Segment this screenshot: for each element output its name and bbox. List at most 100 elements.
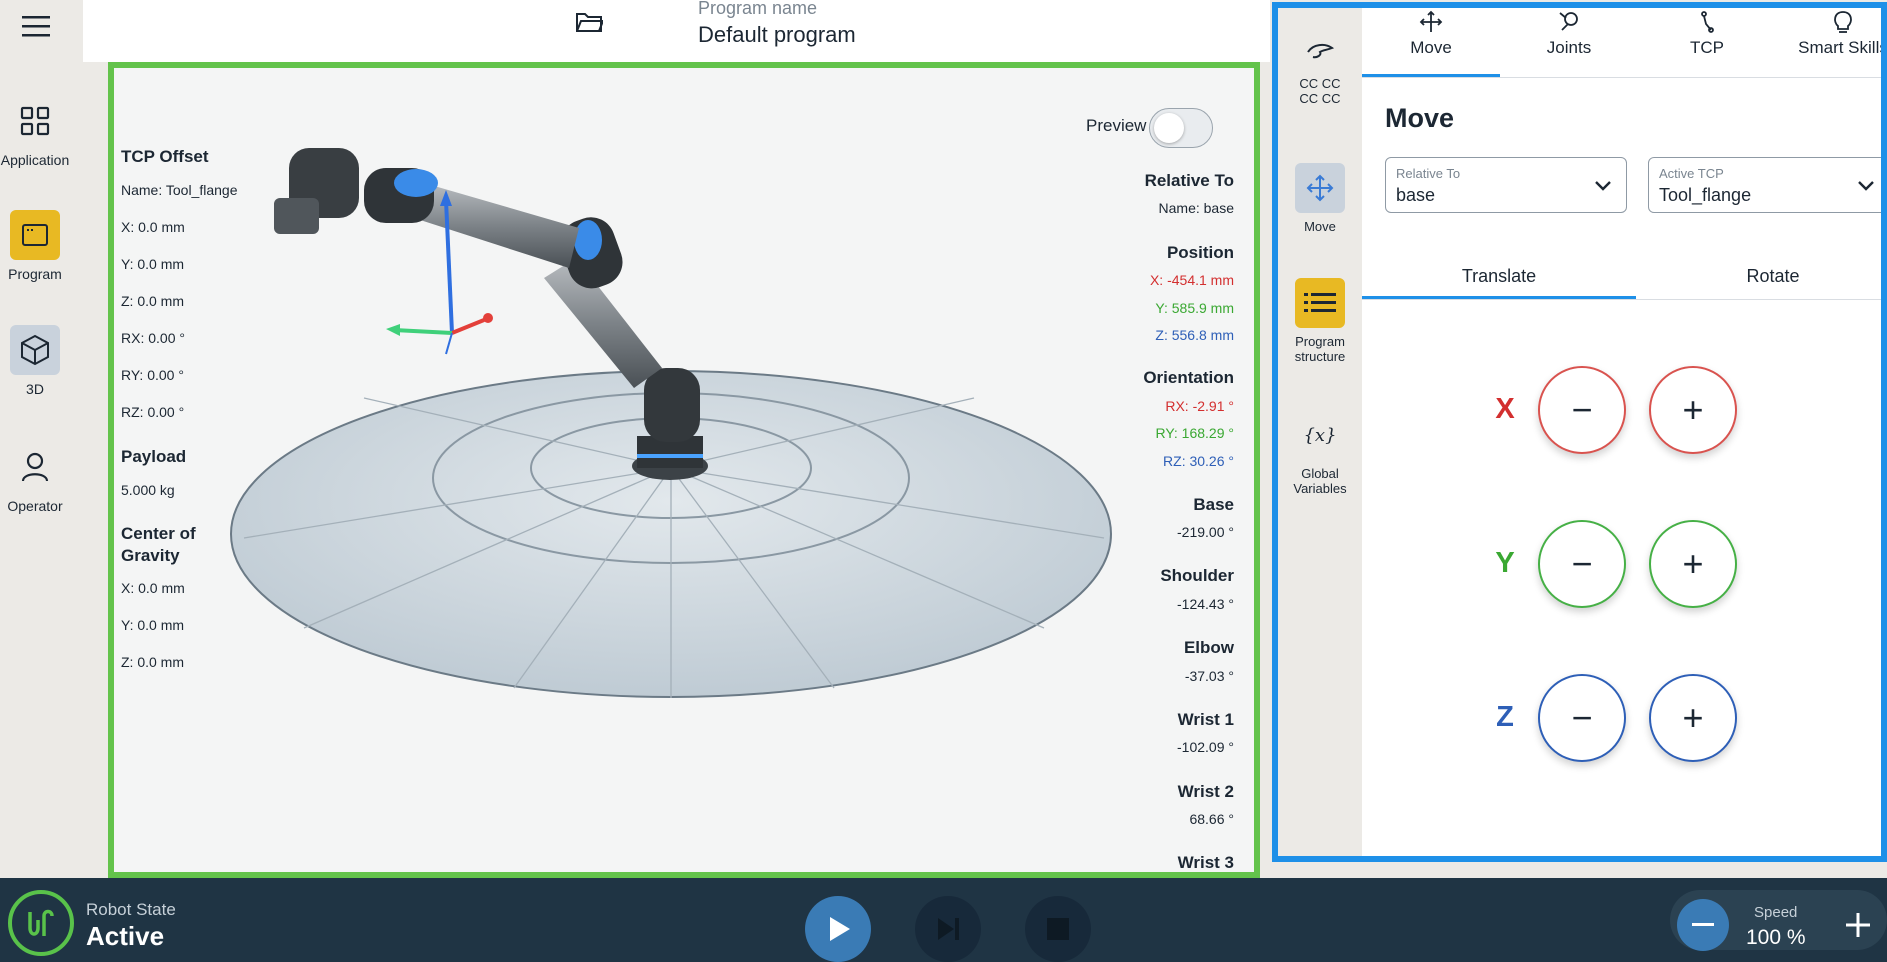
subtab-rotate[interactable]: Rotate bbox=[1636, 253, 1881, 299]
rail-item-label-2: structure bbox=[1294, 349, 1346, 364]
tcp-offset-rz: RZ: 0.00 ° bbox=[121, 404, 185, 420]
nav-item-label: Application bbox=[0, 152, 70, 168]
orientation-ry: RY: 168.29 ° bbox=[1155, 425, 1234, 441]
tab-smart-skills[interactable]: Smart Skills bbox=[1774, 8, 1887, 76]
tab-move[interactable]: Move bbox=[1362, 8, 1500, 76]
program-name-label: Program name bbox=[698, 0, 818, 18]
rail-item-label-2: CC CC bbox=[1299, 91, 1341, 106]
hamburger-menu-icon[interactable] bbox=[22, 14, 50, 38]
rail-item-label: CC CC bbox=[1299, 76, 1341, 91]
tcp-offset-name: Name: Tool_flange bbox=[121, 182, 238, 198]
speed-minus-button[interactable] bbox=[1677, 899, 1729, 951]
robot-state-value: Active bbox=[86, 921, 165, 951]
relative-to-select[interactable]: Relative To base bbox=[1385, 157, 1627, 213]
tab-joints[interactable]: Joints bbox=[1500, 8, 1638, 76]
program-icon bbox=[10, 210, 60, 260]
play-button[interactable] bbox=[805, 896, 871, 962]
position-y: Y: 585.9 mm bbox=[1155, 300, 1234, 316]
active-tcp-value: Tool_flange bbox=[1659, 185, 1752, 205]
orientation-rx: RX: -2.91 ° bbox=[1165, 398, 1234, 414]
move-icon bbox=[1295, 163, 1345, 213]
rail-item-move[interactable]: Move bbox=[1278, 163, 1362, 234]
rail-item-label: Move bbox=[1304, 219, 1336, 234]
nav-item-program[interactable]: Program bbox=[0, 210, 70, 282]
nav-item-application[interactable]: Application bbox=[0, 96, 70, 168]
lightbulb-icon bbox=[1834, 11, 1852, 33]
cube-icon bbox=[10, 325, 60, 375]
jog-x-minus-button[interactable]: − bbox=[1538, 366, 1626, 454]
subtab-translate[interactable]: Translate bbox=[1362, 253, 1636, 299]
position-heading: Position bbox=[1166, 243, 1234, 262]
position-z: Z: 556.8 mm bbox=[1155, 327, 1234, 343]
jog-z-minus-button[interactable]: − bbox=[1538, 674, 1626, 762]
tcp-offset-z: Z: 0.0 mm bbox=[121, 293, 185, 309]
rail-item-global-variables[interactable]: {x} Global Variables bbox=[1278, 410, 1362, 497]
joint-base-heading: Base bbox=[1193, 495, 1234, 514]
speed-label: Speed bbox=[1754, 904, 1798, 921]
ur-logo[interactable] bbox=[8, 890, 74, 956]
play-icon bbox=[830, 917, 850, 941]
joint-shoulder-heading: Shoulder bbox=[1160, 566, 1234, 585]
preview-label: Preview bbox=[1086, 116, 1147, 135]
3d-viewport[interactable]: Preview TCP Offset Name: Tool_flange X: … bbox=[108, 62, 1260, 878]
chevron-down-icon bbox=[1595, 181, 1611, 191]
grid-icon bbox=[10, 96, 60, 146]
jog-x-plus-button[interactable]: + bbox=[1649, 366, 1737, 454]
nav-item-operator[interactable]: Operator bbox=[0, 442, 70, 514]
joint-wrist3-heading: Wrist 3 bbox=[1177, 853, 1234, 872]
plus-icon bbox=[1846, 913, 1870, 937]
relative-to-value: base bbox=[1396, 185, 1436, 205]
cog-x: X: 0.0 mm bbox=[121, 580, 185, 596]
panel-rail: CC CC CC CC Move Program structure {x} G… bbox=[1278, 8, 1362, 856]
speed-plus-button[interactable] bbox=[1832, 899, 1884, 951]
joint-shoulder-value: -124.43 ° bbox=[1177, 596, 1234, 612]
tcp-icon bbox=[1701, 11, 1714, 33]
left-nav: Application Program 3D Operator bbox=[0, 0, 83, 878]
axis-x-label: X bbox=[1495, 393, 1515, 425]
nav-item-3d[interactable]: 3D bbox=[0, 325, 70, 397]
step-button[interactable] bbox=[915, 896, 981, 962]
subtabs-divider bbox=[1362, 299, 1881, 300]
cog-heading-2: Gravity bbox=[121, 546, 180, 565]
nav-item-label: 3D bbox=[26, 381, 44, 397]
joint-wrist2-heading: Wrist 2 bbox=[1177, 782, 1234, 801]
tab-tcp[interactable]: TCP bbox=[1638, 8, 1776, 76]
jog-z-plus-button[interactable]: + bbox=[1649, 674, 1737, 762]
rail-item-label: Program bbox=[1295, 334, 1345, 349]
stop-button[interactable] bbox=[1025, 896, 1091, 962]
tcp-offset-heading: TCP Offset bbox=[121, 147, 209, 166]
minus-icon bbox=[1692, 923, 1714, 926]
joint-base-value: -219.00 ° bbox=[1177, 524, 1234, 540]
tcp-offset-ry: RY: 0.00 ° bbox=[121, 367, 184, 383]
cog-y: Y: 0.0 mm bbox=[121, 617, 185, 633]
variables-icon: {x} bbox=[1303, 424, 1337, 446]
program-title[interactable]: Default program bbox=[698, 22, 856, 48]
folder-icon[interactable] bbox=[575, 10, 605, 39]
cog-z: Z: 0.0 mm bbox=[121, 654, 185, 670]
joint-wrist2-value: 68.66 ° bbox=[1189, 811, 1234, 827]
cog-heading: Center of bbox=[121, 524, 196, 543]
tabs-divider bbox=[1362, 77, 1881, 78]
active-tcp-select[interactable]: Active TCP Tool_flange bbox=[1648, 157, 1881, 213]
jog-y-plus-button[interactable]: + bbox=[1649, 520, 1737, 608]
joint-wrist1-heading: Wrist 1 bbox=[1177, 710, 1234, 729]
rail-item-cc[interactable]: CC CC CC CC bbox=[1278, 26, 1362, 106]
relative-to-label: Relative To bbox=[1396, 166, 1461, 181]
person-icon bbox=[10, 442, 60, 492]
hand-icon bbox=[1295, 26, 1345, 76]
relative-to-name: Name: base bbox=[1158, 200, 1234, 216]
tcp-offset-x: X: 0.0 mm bbox=[121, 219, 185, 235]
rail-item-program-structure[interactable]: Program structure bbox=[1278, 278, 1362, 364]
relative-to-heading: Relative To bbox=[1144, 171, 1234, 190]
chevron-down-icon bbox=[1858, 181, 1874, 191]
robot-state-label: Robot State bbox=[86, 900, 176, 919]
step-forward-icon bbox=[938, 918, 959, 940]
preview-toggle[interactable] bbox=[1149, 108, 1213, 148]
joint-wrist1-value: -102.09 ° bbox=[1177, 739, 1234, 755]
jog-y-minus-button[interactable]: − bbox=[1538, 520, 1626, 608]
tab-label: Smart Skills bbox=[1798, 38, 1887, 57]
joint-elbow-heading: Elbow bbox=[1183, 638, 1234, 657]
active-tcp-label: Active TCP bbox=[1659, 166, 1724, 181]
tab-label: Joints bbox=[1546, 38, 1592, 57]
rail-item-label: Global bbox=[1301, 466, 1339, 481]
